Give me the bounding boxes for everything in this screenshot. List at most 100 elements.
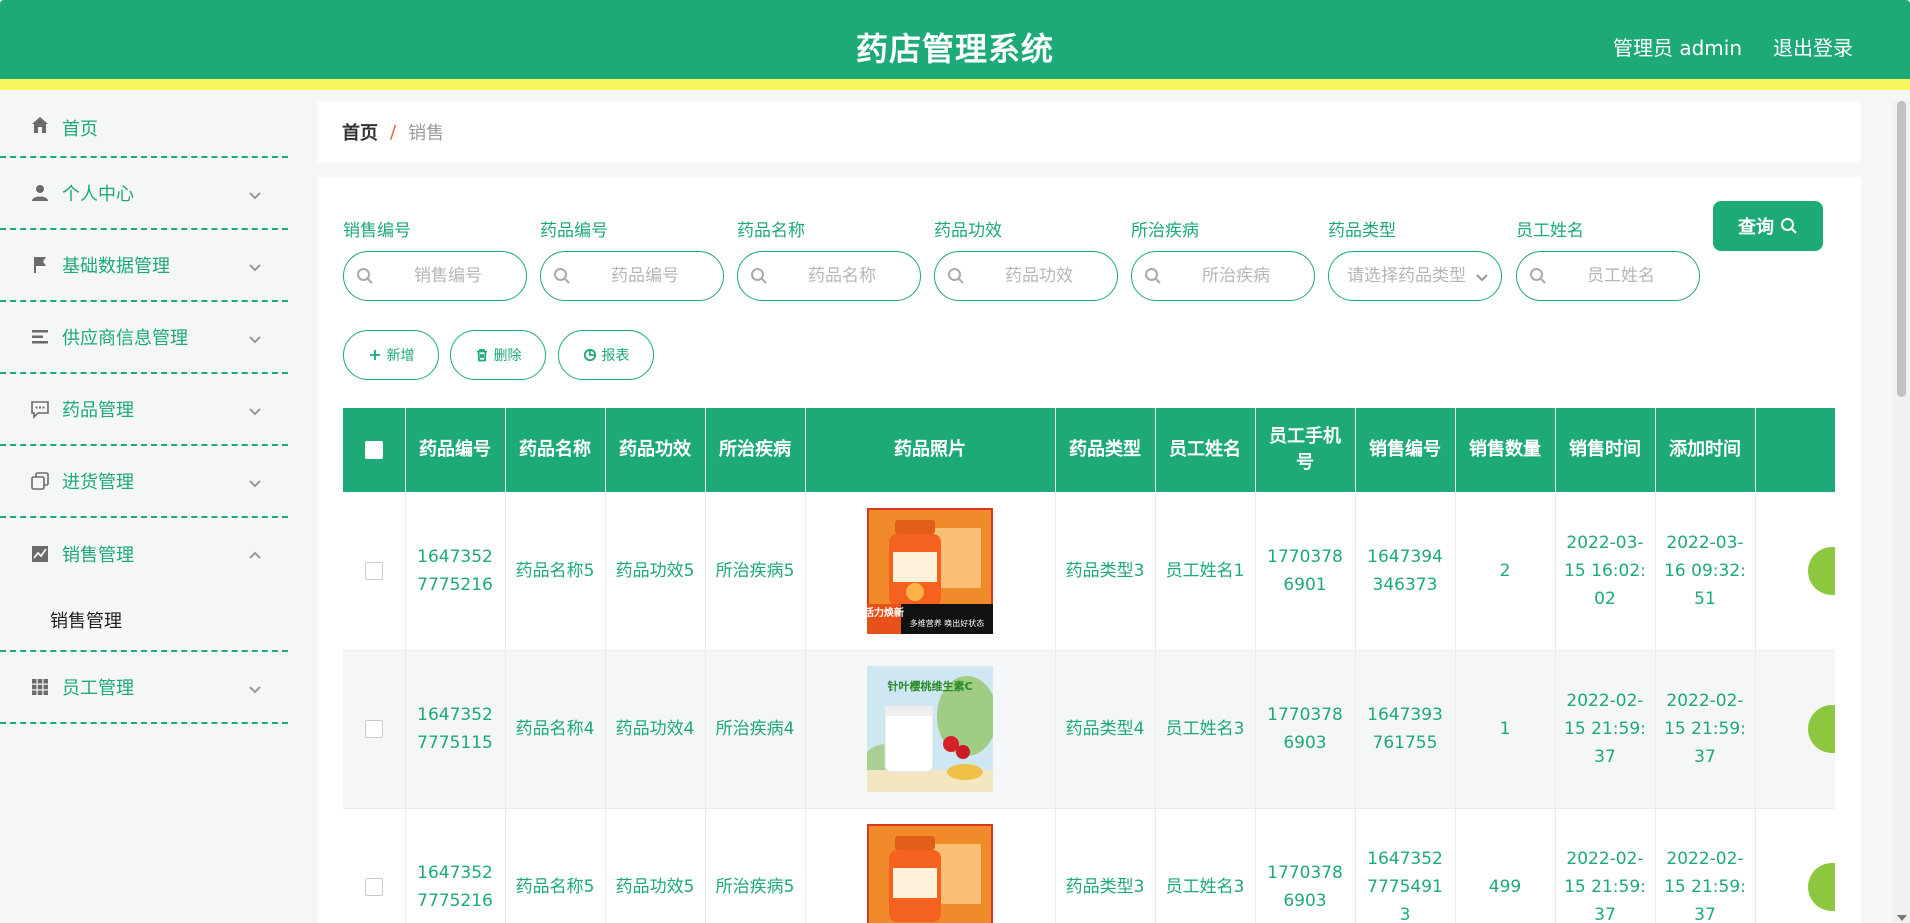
chevron-up-icon — [248, 547, 262, 561]
chevron-down-icon — [248, 402, 262, 416]
search-label-drug-type: 药品类型 — [1328, 221, 1396, 241]
add-time-cell: 2022-02-15 21:59:37 — [1655, 808, 1756, 923]
row-checkbox[interactable] — [364, 720, 383, 738]
sale-time-cell: 2022-02-15 21:59:37 — [1555, 808, 1656, 923]
search-icon — [947, 267, 965, 285]
sidebar-item-label: 首页 — [62, 119, 98, 140]
sidebar-item-staff[interactable]: 员工管理 — [0, 652, 288, 724]
scroll-down-arrow-icon[interactable] — [1897, 915, 1907, 921]
drug-no-cell: 16473527775115 — [405, 650, 506, 809]
drug-photo-orange-bottle[interactable] — [867, 824, 993, 923]
drug-no-cell: 16473527775216 — [405, 808, 506, 923]
chat-icon — [30, 399, 50, 419]
effect-cell: 药品功效4 — [605, 650, 706, 809]
sidebar-item-home[interactable]: 首页 — [0, 101, 288, 158]
disease-cell: 所治疾病4 — [705, 650, 806, 809]
trash-icon — [476, 349, 487, 362]
list-icon — [30, 327, 50, 347]
chevron-down-icon — [248, 186, 262, 200]
chevron-down-icon — [1475, 269, 1489, 283]
sidebar-item-profile[interactable]: 个人中心 — [0, 158, 288, 230]
column-header: 药品照片 — [805, 408, 1056, 492]
delete-button[interactable]: 删除 — [450, 330, 546, 380]
search-label-sale-no: 销售编号 — [343, 221, 411, 241]
sale-time-cell: 2022-02-15 21:59:37 — [1555, 650, 1656, 809]
photo-caption-a: 活力焕新 — [867, 606, 904, 619]
scrollbar-thumb[interactable] — [1897, 101, 1906, 397]
staff-name-cell: 员工姓名3 — [1155, 650, 1256, 809]
column-header: 销售编号 — [1355, 408, 1456, 492]
staff-name-input-box — [1516, 251, 1700, 301]
search-icon — [553, 267, 571, 285]
sidebar-item-label: 进货管理 — [62, 472, 134, 493]
disease-input-box — [1131, 251, 1315, 301]
breadcrumb-separator: / — [390, 121, 397, 143]
disease-cell: 所治疾病5 — [705, 492, 806, 651]
report-button[interactable]: 报表 — [558, 330, 654, 380]
actions-column-header — [1755, 408, 1835, 492]
grid-icon — [30, 677, 50, 697]
drug-name-cell: 药品名称5 — [505, 808, 606, 923]
add-button-label: 新增 — [386, 348, 415, 364]
photo-caption-a: 针叶樱桃维生素C — [887, 679, 972, 693]
logout-link[interactable]: 退出登录 — [1773, 32, 1853, 61]
user-icon — [30, 183, 50, 203]
photo-cell: 针叶樱桃维生素C — [805, 650, 1056, 809]
drug-photo-white-jar[interactable]: 针叶樱桃维生素C — [867, 666, 993, 792]
sidebar-item-supplier[interactable]: 供应商信息管理 — [0, 302, 288, 374]
chevron-down-icon — [248, 474, 262, 488]
sale-no-cell: 1647393761755 — [1355, 650, 1456, 809]
sale-no-cell: 1647394346373 — [1355, 492, 1456, 651]
sale-time-cell: 2022-03-15 16:02:02 — [1555, 492, 1656, 651]
sidebar-subitem-sales[interactable]: 销售管理 — [0, 590, 288, 652]
drug-type-cell: 药品类型4 — [1055, 650, 1156, 809]
search-icon — [1781, 218, 1797, 234]
drug-photo-orange-bottle[interactable]: 活力焕新 多维营养 唤出好状态 — [867, 507, 993, 634]
table-row: 16473527775115 药品名称4 药品功效4 所治疾病4 针叶樱桃维生素… — [343, 650, 1835, 809]
copy-icon — [30, 471, 50, 491]
disease-cell: 所治疾病5 — [705, 808, 806, 923]
column-header: 药品名称 — [505, 408, 606, 492]
table-row: 16473527775216 药品名称5 药品功效5 所治疾病5 — [343, 808, 1835, 923]
sidebar-item-base-data[interactable]: 基础数据管理 — [0, 230, 288, 302]
sidebar-item-drugs[interactable]: 药品管理 — [0, 374, 288, 446]
search-icon — [750, 267, 768, 285]
drug-name-input-box — [737, 251, 921, 301]
photo-cell — [805, 808, 1056, 923]
drug-no-cell: 16473527775216 — [405, 492, 506, 651]
query-button[interactable]: 查询 — [1713, 201, 1823, 251]
sidebar-item-purchase[interactable]: 进货管理 — [0, 446, 288, 518]
search-label-staff: 员工姓名 — [1516, 221, 1584, 241]
home-icon — [30, 115, 50, 135]
drug-type-cell: 药品类型3 — [1055, 808, 1156, 923]
sidebar-item-sales[interactable]: 销售管理 — [0, 518, 288, 590]
select-all-checkbox[interactable] — [364, 441, 383, 459]
chart-icon — [30, 544, 50, 564]
column-header: 药品编号 — [405, 408, 506, 492]
page-scrollbar[interactable] — [1893, 101, 1910, 923]
table-row: 16473527775216 药品名称5 药品功效5 所治疾病5 — [343, 492, 1835, 651]
effect-input-box — [934, 251, 1118, 301]
add-button[interactable]: 新增 — [343, 330, 439, 380]
plus-icon — [369, 350, 380, 360]
drug-type-cell: 药品类型3 — [1055, 492, 1156, 651]
staff-phone-cell: 17703786901 — [1255, 492, 1356, 651]
breadcrumb: 首页 / 销售 — [318, 101, 1861, 163]
breadcrumb-current: 销售 — [408, 123, 445, 144]
breadcrumb-home[interactable]: 首页 — [342, 119, 378, 145]
sale-qty-cell: 2 — [1455, 492, 1556, 651]
row-checkbox[interactable] — [364, 561, 383, 580]
sale-qty-cell: 1 — [1455, 650, 1556, 809]
chevron-down-icon — [248, 330, 262, 344]
flag-icon — [30, 255, 50, 275]
sidebar: 首页 个人中心 基础数据管理 供应商信息管理 药品管理 进货管理 销售管理 销售… — [0, 101, 288, 923]
search-icon — [1529, 267, 1547, 285]
search-icon — [1144, 267, 1162, 285]
effect-cell: 药品功效5 — [605, 808, 706, 923]
search-icon — [356, 267, 374, 285]
row-checkbox[interactable] — [364, 878, 383, 896]
search-label-effect: 药品功效 — [934, 221, 1002, 241]
sidebar-item-label: 销售管理 — [62, 545, 134, 566]
current-user: 管理员 admin — [1612, 36, 1742, 60]
sales-table: 药品编号 药品名称 药品功效 所治疾病 药品照片 药品类型 员工姓名 员工手机号… — [343, 408, 1835, 923]
